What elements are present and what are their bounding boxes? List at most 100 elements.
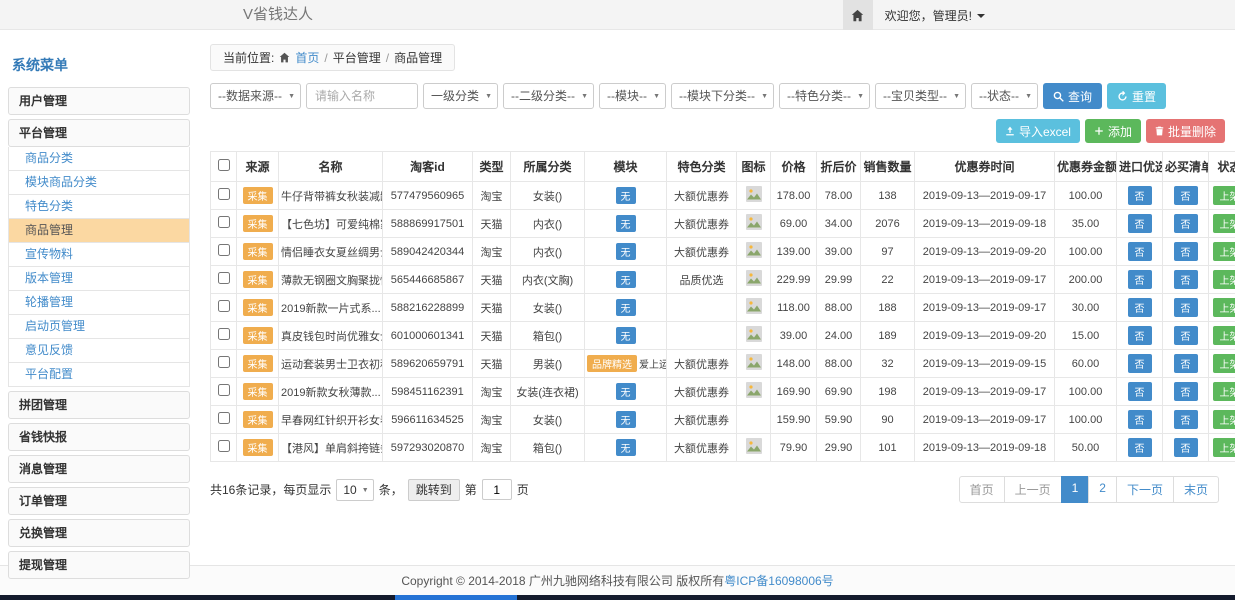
import-select-toggle[interactable]: 否 <box>1128 326 1152 345</box>
import-select-toggle[interactable]: 否 <box>1128 410 1152 429</box>
sidebar-item-platform-config[interactable]: 平台配置 <box>8 363 190 387</box>
product-name[interactable]: 【七色坊】可爱纯棉家... <box>279 210 383 238</box>
sidebar-item-exchange-management[interactable]: 兑换管理 <box>8 519 190 547</box>
must-buy-toggle[interactable]: 否 <box>1174 270 1198 289</box>
per-page-select[interactable]: 10 <box>336 479 373 501</box>
status-toggle[interactable]: 上架 <box>1213 410 1235 429</box>
import-select-toggle[interactable]: 否 <box>1128 354 1152 373</box>
import-select-toggle[interactable]: 否 <box>1128 438 1152 457</box>
product-name[interactable]: 早春网红针织开衫女春... <box>279 406 383 434</box>
row-checkbox[interactable] <box>218 384 230 396</box>
row-checkbox[interactable] <box>218 300 230 312</box>
sidebar-item-groupbuy-management[interactable]: 拼团管理 <box>8 391 190 419</box>
sidebar-item-featured-category[interactable]: 特色分类 <box>8 195 190 219</box>
module-badge: 无 <box>616 439 636 456</box>
must-buy-toggle[interactable]: 否 <box>1174 382 1198 401</box>
batch-delete-button[interactable]: 批量删除 <box>1146 119 1225 143</box>
row-checkbox[interactable] <box>218 356 230 368</box>
jump-page-input[interactable] <box>482 479 512 500</box>
import-select-toggle[interactable]: 否 <box>1128 214 1152 233</box>
sidebar-item-order-management[interactable]: 订单管理 <box>8 487 190 515</box>
sidebar-item-product-management[interactable]: 商品管理 <box>8 219 190 243</box>
product-name[interactable]: 运动套装男士卫衣初秋... <box>279 350 383 378</box>
product-name[interactable]: 【港风】单肩斜挎链条... <box>279 434 383 462</box>
page-1-button[interactable]: 1 <box>1061 476 1090 503</box>
filter-select-module[interactable]: --模块-- <box>599 83 666 109</box>
status-toggle[interactable]: 上架 <box>1213 438 1235 457</box>
row-checkbox[interactable] <box>218 272 230 284</box>
row-checkbox[interactable] <box>218 440 230 452</box>
add-button[interactable]: 添加 <box>1085 119 1141 143</box>
filter-select-module-subcategory[interactable]: --模块下分类-- <box>671 83 774 109</box>
status-toggle[interactable]: 上架 <box>1213 382 1235 401</box>
search-button[interactable]: 查询 <box>1043 83 1102 109</box>
sidebar-item-feedback[interactable]: 意见反馈 <box>8 339 190 363</box>
prev-page-button[interactable]: 上一页 <box>1004 476 1062 503</box>
must-buy-toggle[interactable]: 否 <box>1174 438 1198 457</box>
sidebar-item-splash-management[interactable]: 启动页管理 <box>8 315 190 339</box>
user-menu[interactable]: 欢迎您，管理员! <box>885 7 985 24</box>
sidebar-item-message-management[interactable]: 消息管理 <box>8 455 190 483</box>
product-name[interactable]: 牛仔背带裤女秋装减龄... <box>279 182 383 210</box>
import-select-toggle[interactable]: 否 <box>1128 270 1152 289</box>
status-toggle[interactable]: 上架 <box>1213 214 1235 233</box>
sidebar-item-saving-express[interactable]: 省钱快报 <box>8 423 190 451</box>
import-excel-button[interactable]: 导入excel <box>996 119 1080 143</box>
must-buy-toggle[interactable]: 否 <box>1174 326 1198 345</box>
row-checkbox[interactable] <box>218 244 230 256</box>
jump-button[interactable]: 跳转到 <box>408 479 460 501</box>
must-buy-toggle[interactable]: 否 <box>1174 242 1198 261</box>
product-name[interactable]: 薄款无钢圈文胸聚拢性... <box>279 266 383 294</box>
status-toggle[interactable]: 上架 <box>1213 186 1235 205</box>
import-select-toggle[interactable]: 否 <box>1128 186 1152 205</box>
must-buy-toggle[interactable]: 否 <box>1174 298 1198 317</box>
breadcrumb-home-link[interactable]: 首页 <box>295 49 319 66</box>
page-2-button[interactable]: 2 <box>1088 476 1117 503</box>
filter-select-featured-category[interactable]: --特色分类-- <box>779 83 870 109</box>
row-checkbox[interactable] <box>218 216 230 228</box>
row-checkbox[interactable] <box>218 188 230 200</box>
sidebar-item-module-product-category[interactable]: 模块商品分类 <box>8 171 190 195</box>
import-select-toggle[interactable]: 否 <box>1128 382 1152 401</box>
next-page-button[interactable]: 下一页 <box>1116 476 1174 503</box>
filter-select-status[interactable]: --状态-- <box>971 83 1038 109</box>
breadcrumb-item-platform[interactable]: 平台管理 <box>333 49 381 66</box>
name-search-input[interactable] <box>306 83 418 109</box>
status-toggle[interactable]: 上架 <box>1213 354 1235 373</box>
status-toggle[interactable]: 上架 <box>1213 326 1235 345</box>
product-name[interactable]: 真皮钱包时尚优雅女士... <box>279 322 383 350</box>
must-buy-toggle[interactable]: 否 <box>1174 186 1198 205</box>
row-checkbox[interactable] <box>218 328 230 340</box>
row-checkbox[interactable] <box>218 412 230 424</box>
must-buy-toggle[interactable]: 否 <box>1174 214 1198 233</box>
filter-select-level1-category[interactable]: 一级分类 <box>423 83 498 109</box>
first-page-button[interactable]: 首页 <box>959 476 1005 503</box>
must-buy-toggle[interactable]: 否 <box>1174 354 1198 373</box>
home-button[interactable] <box>843 0 873 30</box>
sidebar-item-version-management[interactable]: 版本管理 <box>8 267 190 291</box>
status-toggle[interactable]: 上架 <box>1213 270 1235 289</box>
filter-select-level2-category[interactable]: --二级分类-- <box>503 83 594 109</box>
sidebar-item-withdraw-management[interactable]: 提现管理 <box>8 551 190 579</box>
coupon-amount: 100.00 <box>1055 406 1117 434</box>
last-page-button[interactable]: 末页 <box>1173 476 1219 503</box>
product-name[interactable]: 2019新款女秋薄款... <box>279 378 383 406</box>
sidebar-item-carousel-management[interactable]: 轮播管理 <box>8 291 190 315</box>
must-buy-toggle[interactable]: 否 <box>1174 410 1198 429</box>
sidebar-item-promo-materials[interactable]: 宣传物料 <box>8 243 190 267</box>
import-select-toggle[interactable]: 否 <box>1128 298 1152 317</box>
sidebar-item-product-category[interactable]: 商品分类 <box>8 147 190 171</box>
sidebar-item-user-management[interactable]: 用户管理 <box>8 87 190 115</box>
import-select-toggle[interactable]: 否 <box>1128 242 1152 261</box>
icp-link[interactable]: 粤ICP备16098006号 <box>724 574 833 588</box>
filter-select-product-type[interactable]: --宝贝类型-- <box>875 83 966 109</box>
product-name[interactable]: 2019新款一片式系... <box>279 294 383 322</box>
status-toggle[interactable]: 上架 <box>1213 242 1235 261</box>
product-name[interactable]: 情侣睡衣女夏丝绸男士... <box>279 238 383 266</box>
filter-select-data-source[interactable]: --数据来源-- <box>210 83 301 109</box>
status-toggle[interactable]: 上架 <box>1213 298 1235 317</box>
reset-button[interactable]: 重置 <box>1107 83 1166 109</box>
sidebar-item-platform-management[interactable]: 平台管理 <box>8 119 190 147</box>
breadcrumb-item-product[interactable]: 商品管理 <box>394 49 442 66</box>
select-all-checkbox[interactable] <box>218 159 230 171</box>
